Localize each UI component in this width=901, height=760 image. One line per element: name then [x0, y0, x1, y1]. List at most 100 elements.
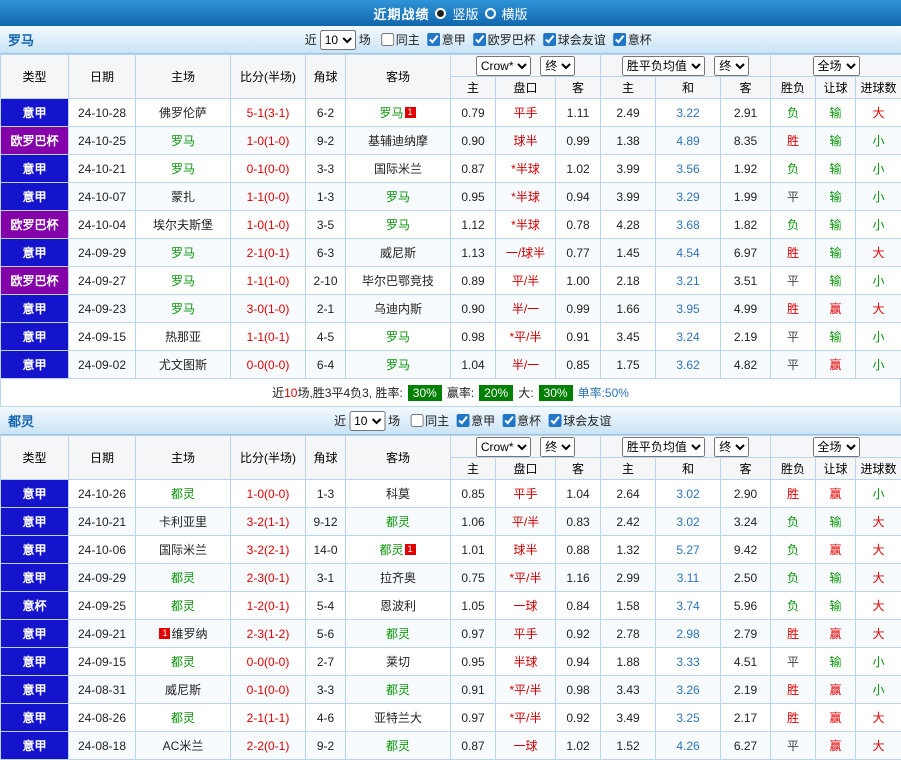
- asian-away-odds-cell: 0.84: [556, 592, 601, 620]
- corners-cell: 2-10: [306, 267, 346, 295]
- sub-header-euro-home: 主: [601, 458, 656, 480]
- home-team-cell: 罗马: [136, 239, 231, 267]
- league-filter-checkbox[interactable]: [410, 414, 423, 427]
- league-filter-checkbox[interactable]: [427, 33, 440, 46]
- away-team-cell: 科莫: [346, 480, 451, 508]
- games-label: 场: [359, 31, 371, 48]
- sub-header-asian-away: 客: [556, 77, 601, 99]
- euro-time-select[interactable]: 终: [714, 56, 749, 76]
- team-label: 罗马: [171, 302, 195, 316]
- scope-select[interactable]: 全场: [813, 437, 860, 457]
- league-filter-checkbox[interactable]: [548, 414, 561, 427]
- date-cell: 24-08-26: [69, 704, 136, 732]
- goals-result-cell: 大: [856, 592, 901, 620]
- odds-time-select[interactable]: 终: [540, 56, 575, 76]
- match-row: 意甲24-09-15热那亚1-1(0-1)4-5罗马0.98*平/半0.913.…: [1, 323, 901, 351]
- result-cell: 负: [771, 155, 816, 183]
- euro-home-odds-cell: 3.99: [601, 183, 656, 211]
- asian-home-odds-cell: 1.05: [451, 592, 496, 620]
- team-label: 都灵: [171, 571, 195, 585]
- league-filter-checkbox[interactable]: [381, 33, 394, 46]
- home-team-cell: 热那亚: [136, 323, 231, 351]
- checkbox-label: 意杯: [628, 31, 652, 48]
- scope-select[interactable]: 全场: [813, 56, 860, 76]
- odds-company-select[interactable]: Crow*: [476, 56, 531, 76]
- euro-draw-odds-cell: 3.68: [656, 211, 721, 239]
- filter-checkbox-item[interactable]: 欧罗巴杯: [473, 31, 536, 48]
- team-label: 蒙扎: [171, 190, 195, 204]
- league-cell: 意甲: [1, 536, 69, 564]
- team-label: 都灵: [171, 711, 195, 725]
- home-team-cell: 埃尔夫斯堡: [136, 211, 231, 239]
- vertical-layout-label[interactable]: 竖版: [452, 4, 478, 23]
- horizontal-layout-radio[interactable]: [485, 8, 496, 19]
- score-cell: 1-0(0-0): [231, 480, 306, 508]
- euro-mean-select[interactable]: 胜平负均值: [622, 437, 705, 457]
- filter-checkbox-item[interactable]: 球会友谊: [543, 31, 606, 48]
- euro-home-odds-cell: 3.99: [601, 155, 656, 183]
- checkbox-label: 球会友谊: [563, 412, 611, 429]
- sub-header-handicap-result: 让球: [816, 458, 856, 480]
- team-label: 都灵: [171, 487, 195, 501]
- league-filter-checkbox[interactable]: [502, 414, 515, 427]
- euro-home-odds-cell: 3.45: [601, 323, 656, 351]
- horizontal-layout-label[interactable]: 横版: [502, 4, 528, 23]
- sub-header-handicap: 盘口: [496, 77, 556, 99]
- team-label: 恩波利: [380, 599, 416, 613]
- euro-time-select[interactable]: 终: [714, 437, 749, 457]
- asian-home-odds-cell: 0.75: [451, 564, 496, 592]
- euro-away-odds-cell: 2.91: [721, 99, 771, 127]
- match-count-select[interactable]: 10: [349, 411, 385, 431]
- league-filter-checkbox[interactable]: [473, 33, 486, 46]
- filter-checkbox-item[interactable]: 意杯: [502, 412, 541, 429]
- date-cell: 24-10-26: [69, 480, 136, 508]
- asian-away-odds-cell: 1.11: [556, 99, 601, 127]
- match-row: 欧罗巴杯24-10-25罗马1-0(1-0)9-2基辅迪纳摩0.90球半0.99…: [1, 127, 901, 155]
- away-team-cell: 恩波利: [346, 592, 451, 620]
- league-filter-checkbox[interactable]: [543, 33, 556, 46]
- red-card-badge: 1: [159, 628, 170, 639]
- handicap-cell: 半球: [496, 648, 556, 676]
- result-cell: 平: [771, 183, 816, 211]
- league-cell: 意甲: [1, 508, 69, 536]
- odds-time-select[interactable]: 终: [540, 437, 575, 457]
- result-cell: 负: [771, 564, 816, 592]
- euro-mean-select[interactable]: 胜平负均值: [622, 56, 705, 76]
- filter-checkbox-item[interactable]: 意甲: [427, 31, 466, 48]
- league-cell: 意甲: [1, 648, 69, 676]
- filter-checkbox-item[interactable]: 同主: [381, 31, 420, 48]
- col-header-type: 类型: [1, 55, 69, 99]
- match-count-select[interactable]: 10: [320, 30, 356, 50]
- filter-checkbox-item[interactable]: 意甲: [456, 412, 495, 429]
- team-label: 罗马: [386, 218, 410, 232]
- checkbox-label: 同主: [425, 412, 449, 429]
- near-label: 近: [334, 412, 346, 429]
- league-cell: 意甲: [1, 183, 69, 211]
- handicap-cell: 一球: [496, 732, 556, 760]
- team-label: 维罗纳: [171, 627, 207, 641]
- league-filter-checkbox[interactable]: [613, 33, 626, 46]
- euro-home-odds-cell: 2.99: [601, 564, 656, 592]
- handicap-result-cell: 输: [816, 99, 856, 127]
- col-header-corners: 角球: [306, 55, 346, 99]
- result-cell: 胜: [771, 295, 816, 323]
- league-cell: 意甲: [1, 295, 69, 323]
- date-cell: 24-10-04: [69, 211, 136, 239]
- away-team-cell: 罗马: [346, 183, 451, 211]
- result-cell: 胜: [771, 480, 816, 508]
- match-row: 意甲24-09-29都灵2-3(0-1)3-1拉齐奥0.75*平/半1.162.…: [1, 564, 901, 592]
- handicap-result-cell: 输: [816, 183, 856, 211]
- asian-home-odds-cell: 0.97: [451, 704, 496, 732]
- result-cell: 平: [771, 732, 816, 760]
- vertical-layout-radio[interactable]: [435, 8, 446, 19]
- odds-company-select[interactable]: Crow*: [476, 437, 531, 457]
- goals-result-cell: 小: [856, 676, 901, 704]
- filter-checkbox-item[interactable]: 同主: [410, 412, 449, 429]
- away-team-cell: 罗马: [346, 323, 451, 351]
- filter-checkbox-item[interactable]: 意杯: [613, 31, 652, 48]
- euro-away-odds-cell: 2.19: [721, 323, 771, 351]
- euro-away-odds-cell: 6.27: [721, 732, 771, 760]
- league-filter-checkbox[interactable]: [456, 414, 469, 427]
- filter-checkbox-item[interactable]: 球会友谊: [548, 412, 611, 429]
- score-cell: 2-3(0-1): [231, 564, 306, 592]
